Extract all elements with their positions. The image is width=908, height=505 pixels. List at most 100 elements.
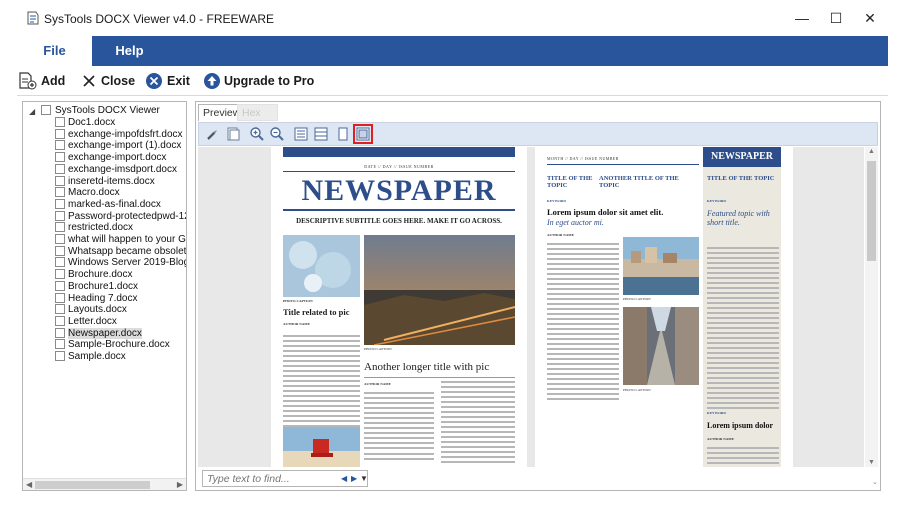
expand-arrow-icon[interactable]: ◢ [29,106,35,117]
app-window: SysTools DOCX Viewer v4.0 - FREEWARE — ☐… [0,0,908,505]
exit-button[interactable]: Exit [145,71,200,91]
tree-item-label: restricted.docx [68,222,134,234]
upgrade-button[interactable]: Upgrade to Pro [203,71,323,91]
author-name: AUTHOR NAME [283,322,310,326]
tree-checkbox[interactable] [55,351,65,361]
divider [283,209,515,211]
keyword-label: KEYWORD [707,411,726,415]
tree-checkbox[interactable] [55,234,65,244]
topic-title-2: ANOTHER TITLE OF THE TOPIC [599,175,679,189]
featured-topic: Featured topic with short title. [707,209,770,227]
tab-file[interactable]: File [17,36,92,66]
subheadline: In eget auctor mi. [547,218,604,227]
tree-checkbox[interactable] [55,327,65,338]
tree-checkbox[interactable] [55,210,65,221]
tree-item-label: Layouts.docx [68,304,127,316]
toolbar: Add Close Exit Upgrade to Pro [17,66,888,96]
tab-help[interactable]: Help [92,36,167,66]
tab-hex-view[interactable]: Hex View [237,104,278,136]
tree-horizontal-scrollbar[interactable]: ◀ ▶ [23,478,186,490]
tree-checkbox[interactable] [55,339,65,350]
headline-title-related: Title related to pic [283,307,350,317]
tree-checkbox[interactable] [55,280,65,291]
tree-item-label: exchange-import (1).docx [68,140,182,152]
tree-item-label: Sample.docx [68,351,126,362]
tree-checkbox[interactable] [55,304,65,315]
tree-item-label: Brochure.docx [68,269,133,281]
author-name: AUTHOR NAME [364,382,391,386]
document-view[interactable]: DATE // DAY // ISSUE NUMBER NEWSPAPER DE… [198,147,864,467]
scroll-right-icon[interactable]: ▶ [177,479,183,490]
upgrade-arrow-icon [204,73,220,89]
zoom-out-icon[interactable] [269,126,285,142]
tree-checkbox[interactable] [55,128,65,139]
find-text-input[interactable] [207,472,337,486]
fit-width-icon[interactable] [313,126,329,142]
add-button[interactable]: Add [17,71,69,91]
tree-item-label: Doc1.docx [68,117,116,128]
minimize-button[interactable]: — [787,6,817,30]
panel-grip-icon: ⌄ [872,479,878,486]
tree-checkbox[interactable] [55,187,65,198]
body-text-block [364,392,434,452]
tree-item-label: Sample-Brochure.docx [68,339,170,351]
keyword-label: KEYWORD [707,199,726,203]
scrollbar-thumb[interactable] [35,481,150,489]
title-bar: SysTools DOCX Viewer v4.0 - FREEWARE — ☐… [0,0,908,36]
find-options-icon[interactable]: ▼ [360,472,368,486]
author-name: AUTHOR NAME [547,233,574,237]
red-chair-photo [283,427,360,467]
find-next-icon[interactable]: ▶ [351,472,357,486]
print-icon[interactable] [205,126,221,142]
tree-checkbox[interactable] [55,175,65,186]
tree-item-label: Windows Server 2019-Blog-Pre [68,257,186,269]
water-photo [283,235,360,297]
document-page-2: MONTH // DAY // ISSUE NUMBER NEWSPAPER T… [535,147,793,467]
divider [283,171,515,172]
dateline: MONTH // DAY // ISSUE NUMBER [547,156,619,161]
close-button[interactable]: Close [81,71,141,91]
tree-checkbox[interactable] [55,117,65,127]
maximize-button[interactable]: ☐ [821,6,851,30]
tree-checkbox[interactable] [55,163,65,174]
scroll-left-icon[interactable]: ◀ [26,479,32,490]
keyword-label: KEYWORD [547,199,566,203]
preview-panel: Preview Hex View ⌃ DATE // DAY // ISSUE … [195,101,881,491]
upgrade-label: Upgrade to Pro [224,74,315,88]
ribbon-tab-bar: File Help [17,36,888,66]
tree-checkbox[interactable] [41,105,51,115]
single-page-icon[interactable] [335,126,351,142]
sidebar-text-block [707,247,779,412]
masthead: NEWSPAPER [301,174,497,207]
two-page-view-icon[interactable] [353,124,373,144]
tree-checkbox[interactable] [55,140,65,151]
scroll-down-icon[interactable]: ▼ [868,459,875,466]
tree-item-label: exchange-imsdport.docx [68,163,177,175]
tree-checkbox[interactable] [55,245,65,256]
sidebar-masthead: NEWSPAPER [703,147,781,167]
subtitle: DESCRIPTIVE SUBTITLE GOES HERE. MAKE IT … [296,217,502,225]
tree-checkbox[interactable] [55,257,65,268]
scroll-up-icon[interactable]: ▲ [868,148,875,155]
dateline: DATE // DAY // ISSUE NUMBER [364,164,434,169]
tree-checkbox[interactable] [55,152,65,163]
divider [547,164,699,165]
tree-item-label: Whatsapp became obsolete - I [68,245,187,257]
fit-page-icon[interactable] [293,126,309,142]
close-window-button[interactable]: ✕ [855,6,885,30]
scrollbar-thumb[interactable] [867,161,876,261]
tree-checkbox[interactable] [55,269,65,280]
zoom-in-icon[interactable] [249,126,265,142]
tree-item-label: Brochure1.docx [68,280,139,292]
photo-caption: PHOTO CAPTION [623,388,651,392]
copy-page-icon[interactable] [225,126,241,142]
find-previous-icon[interactable]: ◀ [341,472,347,486]
tree-checkbox[interactable] [55,292,65,303]
file-tree-panel: ◢ SysTools DOCX Viewer Doc1.docx exchange… [22,101,187,491]
exit-label: Exit [167,74,190,88]
tree-checkbox[interactable] [55,315,65,326]
tree-checkbox[interactable] [55,198,65,209]
tree-checkbox[interactable] [55,222,65,233]
headline-another-longer: Another longer title with pic [364,361,490,373]
document-vertical-scrollbar[interactable]: ▲ ▼ [865,147,878,467]
